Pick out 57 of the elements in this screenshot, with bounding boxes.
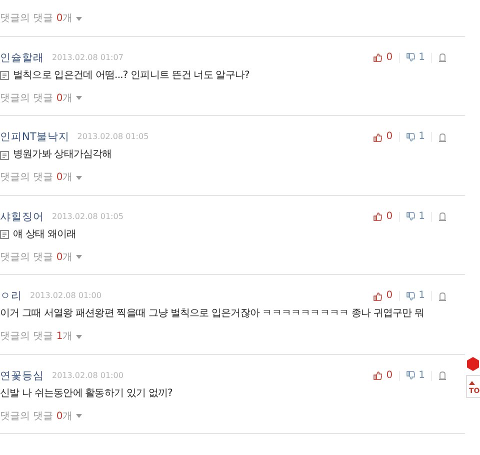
comment-text: 신발 나 쉬는동안에 활동하기 있기 없끼?	[0, 386, 172, 400]
reply-count-link[interactable]: 댓글의 댓글 0개	[0, 170, 82, 185]
caret-icon	[76, 414, 82, 418]
comment-author[interactable]: ㅇ리	[0, 287, 22, 305]
reply-count-link[interactable]: 댓글의 댓글 0개	[0, 408, 82, 424]
report-icon[interactable]	[438, 292, 447, 300]
thumbs-down-icon	[406, 53, 415, 62]
memo-icon	[0, 230, 9, 239]
comment-author[interactable]: 인슐할래	[0, 48, 44, 66]
comment-text: 벌칙으로 입은건데 어떰...? 인피니트 뜬건 너도 알구나?	[13, 68, 250, 82]
dislike-button[interactable]: 1	[406, 366, 425, 384]
like-button[interactable]: 0	[373, 208, 393, 226]
comment-text: 이거 그때 서열왕 패션왕편 찍을때 그냥 벌칙으로 입은거잖아 ㅋㅋㅋㅋㅋㅋㅋㅋㅋ 종나 귀엽구만 뭐	[0, 307, 424, 321]
like-button[interactable]: 0	[373, 366, 393, 384]
memo-icon	[0, 71, 9, 80]
report-icon[interactable]	[438, 371, 447, 380]
comment-text: 병원가봐 상태가심각해	[13, 148, 112, 162]
comment-text: 얘 상태 왜이래	[13, 228, 76, 242]
caret-up-icon	[469, 380, 475, 385]
comment-date: 2013.02.08 01:00	[30, 290, 102, 302]
comment-author[interactable]: 샤힐징어	[0, 208, 44, 226]
like-button[interactable]: 0	[373, 128, 393, 146]
like-button[interactable]: 0	[373, 287, 393, 305]
caret-icon	[76, 255, 82, 259]
thumbs-up-icon	[373, 371, 382, 380]
like-button[interactable]: 0	[373, 48, 393, 66]
comment-date: 2013.02.08 01:00	[52, 370, 124, 382]
comment-date: 2013.02.08 01:07	[52, 52, 124, 64]
thumbs-up-icon	[373, 292, 382, 300]
caret-icon	[76, 96, 82, 100]
memo-icon	[0, 150, 9, 160]
report-icon[interactable]	[438, 212, 447, 221]
thumbs-down-icon	[406, 371, 415, 380]
reply-count-link[interactable]: 댓글의 댓글 0개	[0, 11, 82, 26]
reply-count-link[interactable]: 댓글의 댓글 0개	[0, 250, 82, 264]
dislike-button[interactable]: 1	[406, 48, 425, 66]
thumbs-up-icon	[373, 53, 382, 62]
thumbs-down-icon	[406, 212, 415, 221]
dislike-button[interactable]: 1	[406, 128, 425, 146]
comment-author[interactable]: 인피NT불낙지	[0, 128, 70, 146]
reply-count-link[interactable]: 댓글의 댓글 0개	[0, 90, 82, 106]
thumbs-down-icon	[406, 292, 415, 300]
hexagon-icon	[466, 356, 480, 371]
thumbs-down-icon	[406, 132, 415, 142]
comment-date: 2013.02.08 01:05	[77, 131, 149, 143]
caret-icon	[76, 334, 82, 338]
thumbs-up-icon	[373, 212, 382, 221]
comment-date: 2013.02.08 01:05	[52, 210, 124, 222]
caret-icon	[76, 176, 82, 180]
reply-count-link[interactable]: 댓글의 댓글 1개	[0, 329, 82, 344]
dislike-button[interactable]: 1	[406, 287, 425, 305]
report-icon[interactable]	[438, 132, 447, 142]
caret-icon	[76, 16, 82, 20]
thumbs-up-icon	[373, 132, 382, 142]
dislike-button[interactable]: 1	[406, 208, 425, 226]
comment-author[interactable]: 연꽃등심	[0, 366, 44, 384]
report-icon[interactable]	[438, 53, 447, 62]
